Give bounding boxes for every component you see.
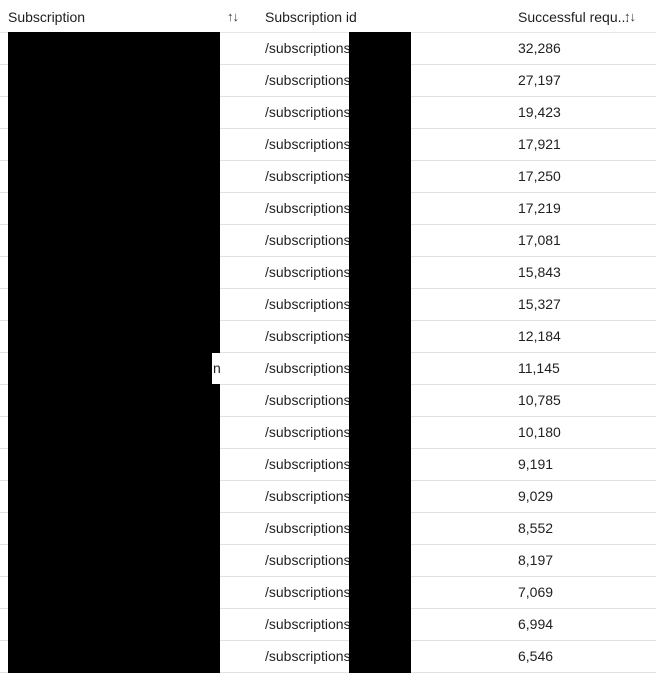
cell-subscription-id: /subscriptions, [265,232,355,248]
cell-subscription [8,225,223,256]
cell-subscription-id: /subscriptions, [265,104,355,120]
cell-subscription-id: /subscriptions, [265,360,355,376]
grid-body: /subscriptions, 32,286/subscriptions, 27,1… [0,32,656,673]
table-row[interactable]: /subscriptions, 7,069 [0,576,656,609]
cell-subscription [8,641,223,672]
cell-subscription [8,97,223,128]
column-header-subscription-id[interactable]: Subscription id [265,0,505,33]
cell-subscription-id: /subscriptions, [265,200,355,216]
table-row[interactable]: n/subscriptions, 11,145 [0,352,656,385]
column-header-successful-requests[interactable]: Successful requ... [518,0,656,33]
cell-successful-requests: 7,069 [518,584,554,600]
column-header-subscription-id-label: Subscription id [265,8,357,25]
table-row[interactable]: /subscriptions, 10,180 [0,416,656,449]
cell-subscription-id: /subscriptions, [265,616,355,632]
table-row[interactable]: /subscriptions, 17,219 [0,192,656,225]
cell-subscription-visible-fragment: n [213,360,221,376]
cell-subscription-id: /subscriptions, [265,456,355,472]
cell-successful-requests: 17,081 [518,232,561,248]
cell-subscription [8,385,223,416]
grid-header-row: Subscription ↑↓ Subscription id Successf… [0,0,656,33]
cell-subscription-id: /subscriptions, [265,520,355,536]
cell-subscription-id: /subscriptions, [265,328,355,344]
cell-successful-requests: 10,180 [518,424,561,440]
table-row[interactable]: /subscriptions, 8,197 [0,544,656,577]
cell-subscription-id: /subscriptions, [265,648,355,664]
cell-subscription [8,513,223,544]
cell-subscription-id: /subscriptions, [265,72,355,88]
cell-subscription-id: /subscriptions, [265,264,355,280]
data-grid: Subscription ↑↓ Subscription id Successf… [0,0,656,676]
cell-successful-requests: 6,994 [518,616,554,632]
table-row[interactable]: /subscriptions, 12,184 [0,320,656,353]
cell-successful-requests: 6,546 [518,648,554,664]
cell-successful-requests: 9,191 [518,456,554,472]
cell-successful-requests: 17,250 [518,168,561,184]
table-row[interactable]: /subscriptions, 15,327 [0,288,656,321]
table-row[interactable]: /subscriptions, 9,191 [0,448,656,481]
cell-subscription-id: /subscriptions, [265,488,355,504]
cell-successful-requests: 32,286 [518,40,561,56]
cell-subscription [8,33,223,64]
cell-subscription [8,65,223,96]
cell-subscription-id: /subscriptions, [265,392,355,408]
column-header-subscription[interactable]: Subscription [8,0,223,33]
cell-subscription [8,545,223,576]
cell-successful-requests: 11,145 [518,360,560,376]
cell-subscription-id: /subscriptions, [265,296,355,312]
table-row[interactable]: /subscriptions, 27,197 [0,64,656,97]
cell-successful-requests: 8,552 [518,520,554,536]
sort-ascending-descending-icon[interactable]: ↑↓ [624,0,636,33]
cell-subscription-id: /subscriptions, [265,584,355,600]
cell-subscription-id: /subscriptions, [265,136,355,152]
cell-subscription-id: /subscriptions, [265,424,355,440]
cell-subscription [8,417,223,448]
table-row[interactable]: /subscriptions, 15,843 [0,256,656,289]
cell-subscription-id: /subscriptions, [265,40,355,56]
cell-subscription [8,481,223,512]
table-row[interactable]: /subscriptions, 17,250 [0,160,656,193]
cell-subscription [8,161,223,192]
cell-subscription [8,609,223,640]
cell-successful-requests: 12,184 [518,328,561,344]
column-header-subscription-label: Subscription [8,8,86,25]
cell-subscription-id: /subscriptions, [265,168,355,184]
sort-ascending-descending-icon[interactable]: ↑↓ [227,0,239,33]
table-row[interactable]: /subscriptions, 17,921 [0,128,656,161]
cell-subscription [8,257,223,288]
table-row[interactable]: /subscriptions, 6,546 [0,640,656,673]
cell-subscription [8,289,223,320]
table-row[interactable]: /subscriptions, 8,552 [0,512,656,545]
table-row[interactable]: /subscriptions, 32,286 [0,32,656,65]
table-row[interactable]: /subscriptions, 10,785 [0,384,656,417]
table-row[interactable]: /subscriptions, 6,994 [0,608,656,641]
cell-subscription [8,129,223,160]
cell-subscription [8,577,223,608]
cell-successful-requests: 17,921 [518,136,561,152]
cell-successful-requests: 15,843 [518,264,561,280]
cell-subscription [8,193,223,224]
cell-successful-requests: 8,197 [518,552,554,568]
cell-successful-requests: 27,197 [518,72,561,88]
table-row[interactable]: /subscriptions, 17,081 [0,224,656,257]
column-header-successful-requests-label: Successful requ... [518,8,630,25]
cell-successful-requests: 9,029 [518,488,554,504]
table-row[interactable]: /subscriptions, 9,029 [0,480,656,513]
cell-successful-requests: 10,785 [518,392,561,408]
cell-successful-requests: 15,327 [518,296,561,312]
cell-subscription [8,321,223,352]
cell-successful-requests: 17,219 [518,200,561,216]
cell-subscription [8,353,223,384]
cell-subscription-id: /subscriptions, [265,552,355,568]
cell-subscription [8,449,223,480]
table-row[interactable]: /subscriptions, 19,423 [0,96,656,129]
cell-successful-requests: 19,423 [518,104,561,120]
